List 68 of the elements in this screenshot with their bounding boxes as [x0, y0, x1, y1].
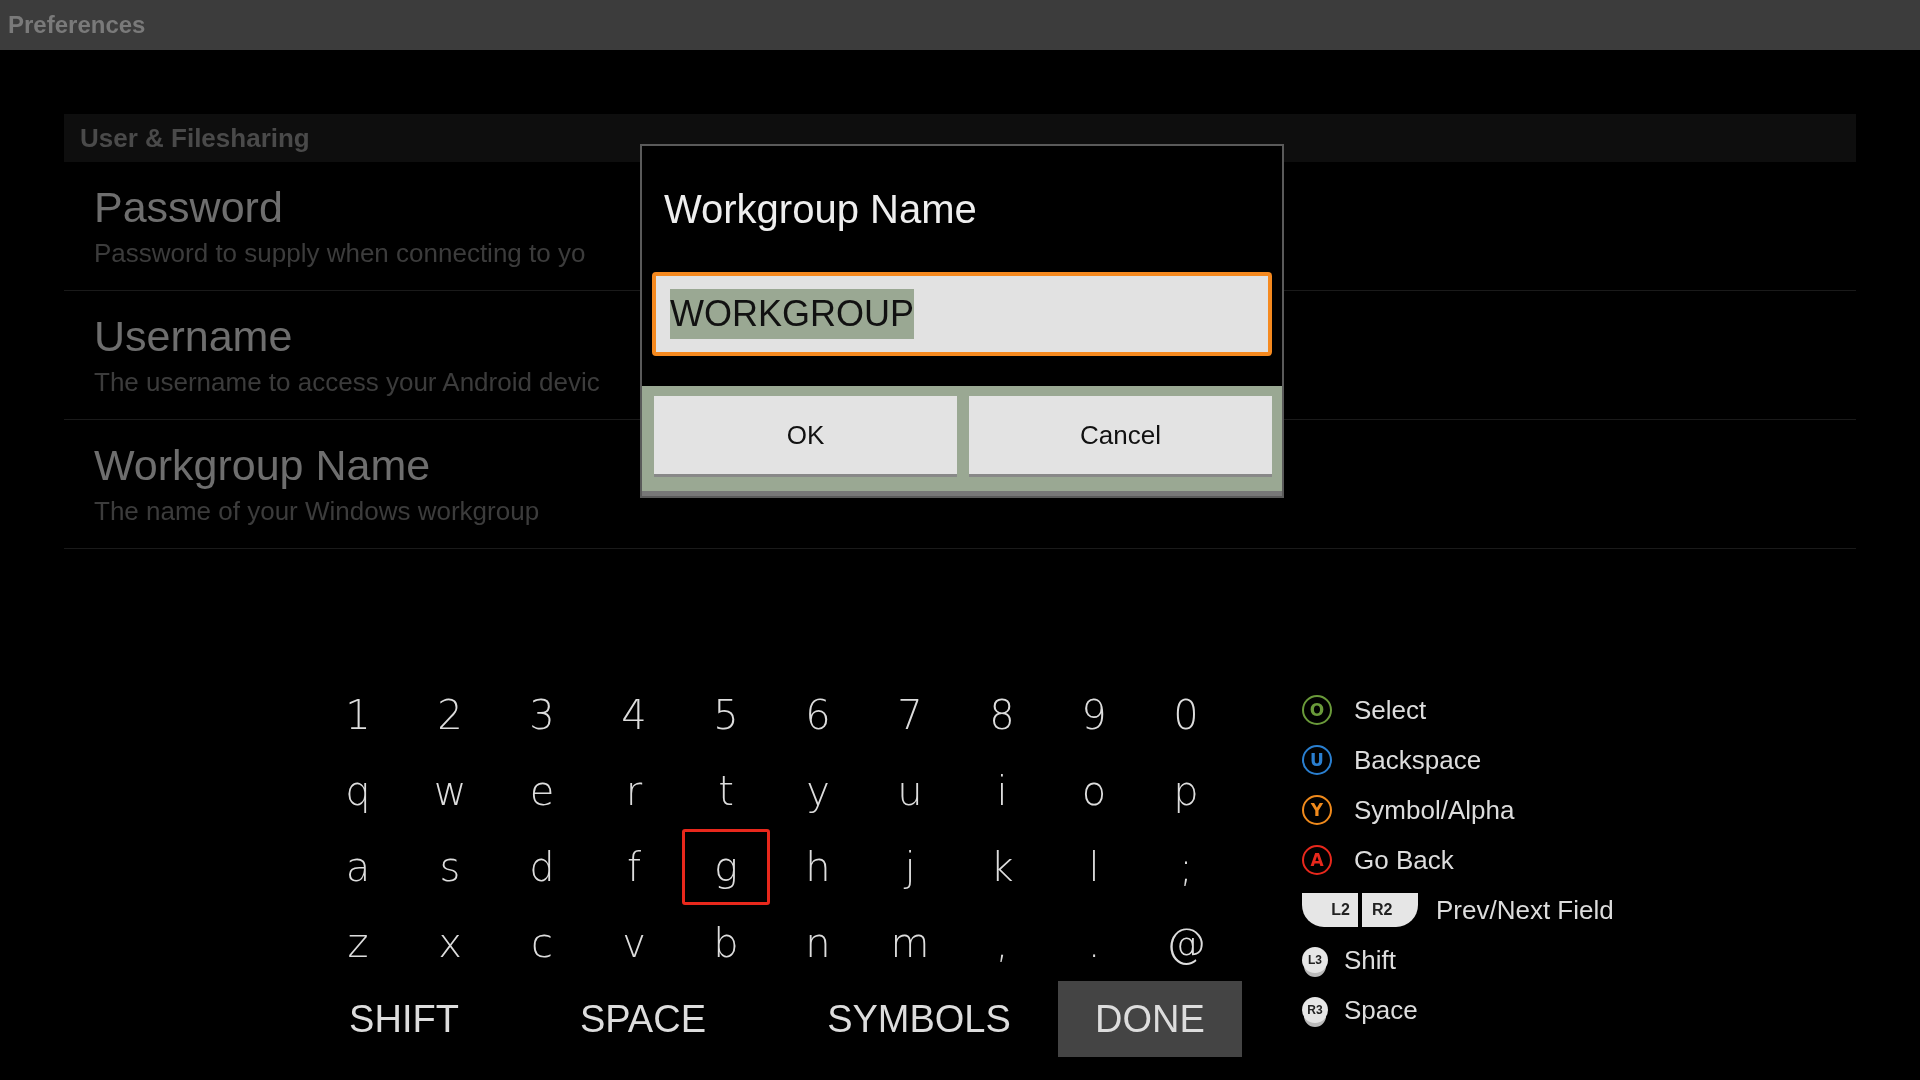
keyboard-key[interactable]: SYMBOLS — [780, 981, 1058, 1057]
input-field[interactable]: WORKGROUP — [652, 272, 1272, 356]
keyboard-key[interactable]: v — [588, 909, 680, 977]
trigger-key: R2 — [1362, 893, 1418, 927]
keyboard-key[interactable]: j — [864, 833, 956, 901]
keyboard-key[interactable]: x — [404, 909, 496, 977]
legend-label: Go Back — [1354, 844, 1454, 876]
keyboard-key[interactable]: 4 — [588, 681, 680, 749]
keyboard-key[interactable]: i — [956, 757, 1048, 825]
legend-label: Prev/Next Field — [1436, 894, 1614, 926]
preference-summary: The name of your Windows workgroup — [94, 496, 540, 527]
keyboard-key[interactable]: s — [404, 833, 496, 901]
preference-title: Workgroup Name — [94, 441, 431, 490]
preference-summary: Password to supply when connecting to yo — [94, 238, 586, 269]
keyboard-key[interactable]: 1 — [312, 681, 404, 749]
window-title: Preferences — [8, 11, 146, 39]
keyboard-key[interactable]: o — [1048, 757, 1140, 825]
preference-summary: The username to access your Android devic — [94, 367, 600, 398]
keyboard-key[interactable]: DONE — [1058, 981, 1242, 1057]
keyboard-key[interactable]: t — [680, 757, 772, 825]
keyboard-key[interactable]: e — [496, 757, 588, 825]
dialog-button[interactable]: OK — [654, 396, 957, 477]
dialog-title: Workgroup Name — [664, 186, 977, 232]
keyboard-key[interactable]: ; — [1140, 833, 1232, 901]
keyboard-key[interactable]: c — [496, 909, 588, 977]
keyboard-key[interactable]: 0 — [1140, 681, 1232, 749]
keyboard-key[interactable]: , — [956, 909, 1048, 977]
keyboard-key[interactable]: a — [312, 833, 404, 901]
keyboard-key[interactable]: . — [1048, 909, 1140, 977]
legend-label: Space — [1344, 994, 1418, 1026]
legend-label: Symbol/Alpha — [1354, 794, 1515, 826]
keyboard-key[interactable]: y — [772, 757, 864, 825]
keyboard-key[interactable]: b — [680, 909, 772, 977]
keyboard-key[interactable]: h — [772, 833, 864, 901]
keyboard-key[interactable]: g — [682, 829, 770, 905]
selected-text: WORKGROUP — [670, 289, 914, 339]
keyboard-key[interactable]: m — [864, 909, 956, 977]
trigger-key: L2 — [1302, 893, 1358, 927]
legend-label: Backspace — [1354, 744, 1482, 776]
keyboard-key[interactable]: 7 — [864, 681, 956, 749]
keyboard-key[interactable]: @ — [1140, 909, 1232, 977]
keyboard-key[interactable]: 9 — [1048, 681, 1140, 749]
keyboard-key[interactable]: z — [312, 909, 404, 977]
dialog-button[interactable]: Cancel — [969, 396, 1272, 477]
keyboard-key[interactable]: p — [1140, 757, 1232, 825]
keyboard-key[interactable]: l — [1048, 833, 1140, 901]
keyboard-key[interactable]: u — [864, 757, 956, 825]
keyboard-key[interactable]: 5 — [680, 681, 772, 749]
keyboard-key[interactable]: f — [588, 833, 680, 901]
keyboard-key[interactable]: SPACE — [506, 981, 780, 1057]
keyboard-key[interactable]: n — [772, 909, 864, 977]
keyboard-key[interactable]: q — [312, 757, 404, 825]
stick-label: L3 — [1308, 953, 1322, 967]
legend-label: Shift — [1344, 944, 1397, 976]
stick-label: R3 — [1307, 1003, 1323, 1017]
keyboard-key[interactable]: k — [956, 833, 1048, 901]
section-header: User & Filesharing — [80, 122, 310, 154]
keyboard-key[interactable]: d — [496, 833, 588, 901]
keyboard-key[interactable]: SHIFT — [312, 981, 496, 1057]
keyboard-key[interactable]: w — [404, 757, 496, 825]
keyboard-key[interactable]: 6 — [772, 681, 864, 749]
legend-label: Select — [1354, 694, 1427, 726]
keyboard-key[interactable]: 3 — [496, 681, 588, 749]
keyboard-key[interactable]: 8 — [956, 681, 1048, 749]
preference-title: Username — [94, 312, 293, 361]
keyboard-key[interactable]: 2 — [404, 681, 496, 749]
keyboard-key[interactable]: r — [588, 757, 680, 825]
preference-title: Password — [94, 183, 283, 232]
